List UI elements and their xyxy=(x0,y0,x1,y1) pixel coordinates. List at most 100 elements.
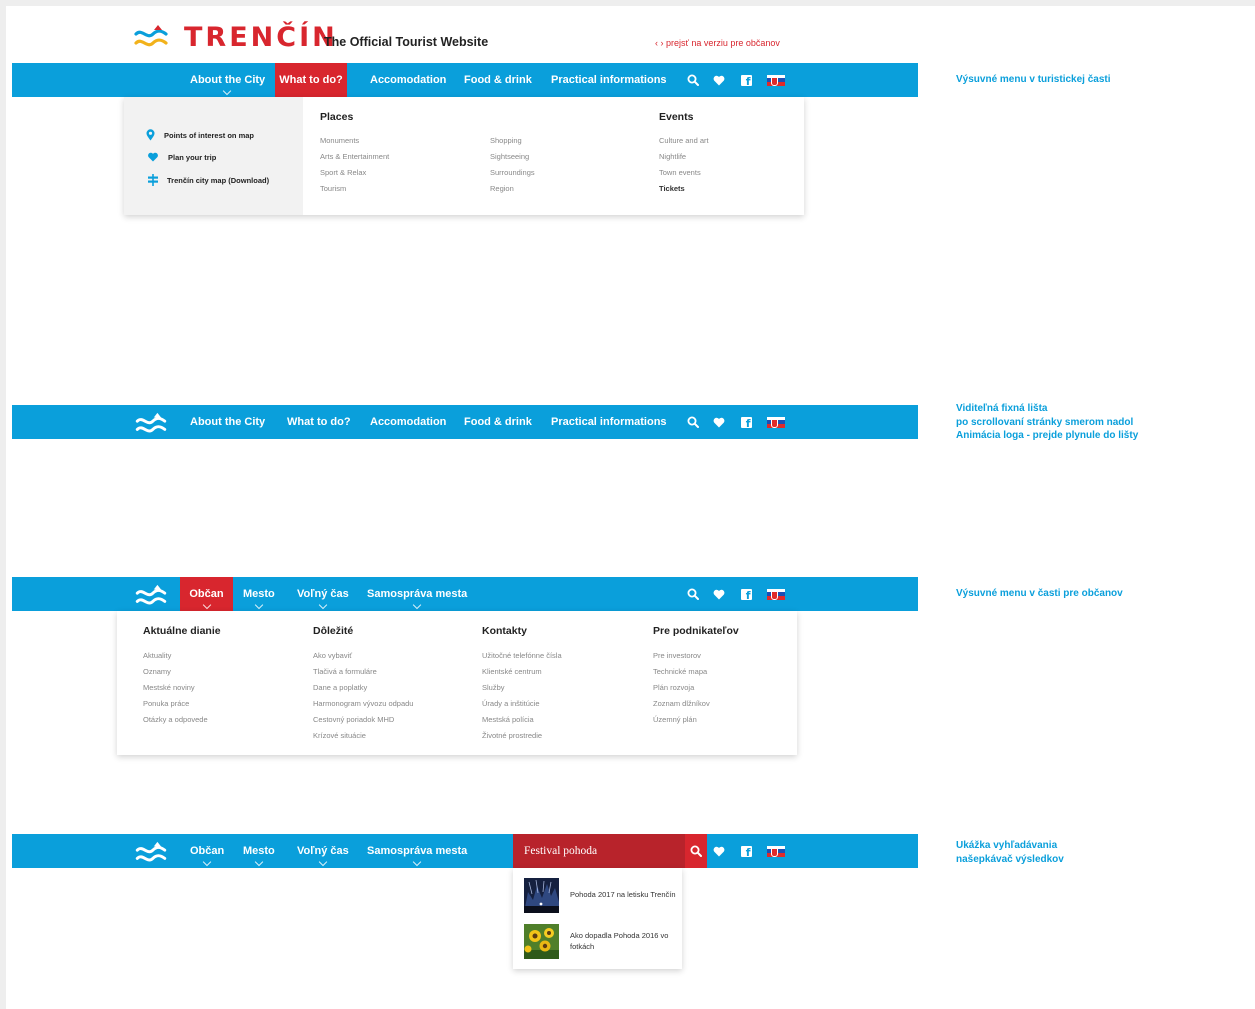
nav-what-to-do[interactable]: What to do? xyxy=(275,63,347,97)
nav-food-drink[interactable]: Food & drink xyxy=(464,405,532,439)
nav-food-drink[interactable]: Food & drink xyxy=(464,63,532,97)
slovak-flag-icon[interactable] xyxy=(767,577,785,611)
menu-link[interactable]: Otázky a odpovede xyxy=(143,715,208,724)
places-link[interactable]: Region xyxy=(490,184,514,193)
menu-link[interactable]: Krízové situácie xyxy=(313,731,366,740)
slovak-flag-icon[interactable] xyxy=(767,405,785,439)
quick-link-city-map-download[interactable]: Trenčín city map (Download) xyxy=(148,174,269,186)
trencin-logo-icon[interactable] xyxy=(134,584,168,606)
heart-icon[interactable] xyxy=(712,577,726,611)
citizen-version-link[interactable]: ‹ › prejsť na verziu pre občanov xyxy=(655,38,780,48)
menu-link[interactable]: Užitočné telefónne čísla xyxy=(482,651,562,660)
menu-link[interactable]: Cestovný poriadok MHD xyxy=(313,715,394,724)
menu-link[interactable]: Územný plán xyxy=(653,715,697,724)
note-citizen-menu: Výsuvné menu v časti pre občanov xyxy=(956,588,1123,599)
menu-link[interactable]: Ako vybaviť xyxy=(313,651,352,660)
heart-icon[interactable] xyxy=(712,834,726,868)
events-link[interactable]: Nightlife xyxy=(659,152,686,161)
heart-icon[interactable] xyxy=(712,63,726,97)
result-thumbnail xyxy=(524,924,559,959)
menu-link[interactable]: Pre investorov xyxy=(653,651,701,660)
heart-icon[interactable] xyxy=(712,405,726,439)
chevron-down-icon xyxy=(318,857,328,867)
nav-practical-info[interactable]: Practical informations xyxy=(551,63,667,97)
column-title: Aktuálne dianie xyxy=(143,625,221,637)
search-icon[interactable] xyxy=(686,63,700,97)
quick-link-plan-trip[interactable]: Plan your trip xyxy=(147,152,216,162)
places-link[interactable]: Surroundings xyxy=(490,168,535,177)
nav-about-city[interactable]: About the City xyxy=(190,405,265,439)
brand-name[interactable]: TRENČÍN xyxy=(184,22,338,53)
menu-link[interactable]: Služby xyxy=(482,683,505,692)
nav-mesto[interactable]: Mesto xyxy=(243,577,275,611)
nav-volny-cas[interactable]: Voľný čas xyxy=(297,834,349,868)
facebook-icon[interactable] xyxy=(739,63,753,97)
slovak-flag-icon[interactable] xyxy=(767,63,785,97)
note-line: našepkávač výsledkov xyxy=(956,853,1064,865)
chevron-down-icon xyxy=(412,600,422,610)
nav-accomodation[interactable]: Accomodation xyxy=(370,63,446,97)
nav-mesto[interactable]: Mesto xyxy=(243,834,275,868)
facebook-icon[interactable] xyxy=(739,405,753,439)
menu-link[interactable]: Tlačivá a formuláre xyxy=(313,667,377,676)
nav-samosprava[interactable]: Samospráva mesta xyxy=(367,834,467,868)
menu-link[interactable]: Dane a poplatky xyxy=(313,683,367,692)
menu-link[interactable]: Zoznam dlžníkov xyxy=(653,699,710,708)
nav-obcan[interactable]: Občan xyxy=(180,577,233,611)
quick-link-poi-map[interactable]: Points of interest on map xyxy=(146,129,254,141)
nav-volny-cas[interactable]: Voľný čas xyxy=(297,577,349,611)
search-icon[interactable] xyxy=(686,405,700,439)
column-title: Dôležité xyxy=(313,625,354,637)
menu-link[interactable]: Oznamy xyxy=(143,667,171,676)
trencin-logo-icon[interactable] xyxy=(134,24,168,48)
chevron-down-icon xyxy=(254,600,264,610)
places-link[interactable]: Arts & Entertainment xyxy=(320,152,389,161)
events-link[interactable]: Town events xyxy=(659,168,701,177)
places-link[interactable]: Sport & Relax xyxy=(320,168,366,177)
menu-link[interactable]: Ponuka práce xyxy=(143,699,189,708)
menu-link[interactable]: Aktuality xyxy=(143,651,171,660)
nav-about-city[interactable]: About the City xyxy=(178,63,275,97)
nav-obcan[interactable]: Občan xyxy=(190,834,224,868)
facebook-icon[interactable] xyxy=(739,834,753,868)
nav-accomodation[interactable]: Accomodation xyxy=(370,405,446,439)
places-link[interactable]: Tourism xyxy=(320,184,346,193)
search-box xyxy=(513,834,707,868)
facebook-icon[interactable] xyxy=(739,577,753,611)
places-link[interactable]: Shopping xyxy=(490,136,522,145)
nav-practical-info[interactable]: Practical informations xyxy=(551,405,667,439)
tourist-nav-bar: About the City What to do? Accomodation … xyxy=(12,63,918,97)
menu-link[interactable]: Mestská polícia xyxy=(482,715,534,724)
menu-link[interactable]: Klientské centrum xyxy=(482,667,542,676)
search-button[interactable] xyxy=(685,834,707,868)
nav-what-to-do[interactable]: What to do? xyxy=(287,405,351,439)
menu-link[interactable]: Technické mapa xyxy=(653,667,707,676)
citizen-nav-bar: Občan Mesto Voľný čas Samospráva mesta xyxy=(12,577,918,611)
column-title: Kontakty xyxy=(482,625,527,637)
places-link[interactable]: Sightseeing xyxy=(490,152,529,161)
search-result[interactable]: Pohoda 2017 na letisku Trenčín xyxy=(524,878,680,913)
chevron-down-icon xyxy=(318,600,328,610)
trencin-logo-icon[interactable] xyxy=(134,412,168,434)
menu-link[interactable]: Plán rozvoja xyxy=(653,683,694,692)
search-nav-bar: Občan Mesto Voľný čas Samospráva mesta xyxy=(12,834,918,868)
places-link[interactable]: Monuments xyxy=(320,136,359,145)
menu-link[interactable]: Životné prostredie xyxy=(482,731,542,740)
events-link[interactable]: Culture and art xyxy=(659,136,709,145)
events-link-tickets[interactable]: Tickets xyxy=(659,184,685,193)
quick-links: Points of interest on map Plan your trip… xyxy=(124,97,303,215)
search-input[interactable] xyxy=(513,834,673,868)
menu-link[interactable]: Úrady a inštitúcie xyxy=(482,699,540,708)
search-icon[interactable] xyxy=(686,577,700,611)
heart-icon xyxy=(148,152,158,162)
slovak-flag-icon[interactable] xyxy=(767,834,785,868)
nav-samosprava[interactable]: Samospráva mesta xyxy=(367,577,467,611)
search-icon xyxy=(690,845,702,857)
note-search: Ukážka vyhľadávania našepkávač výsledkov xyxy=(956,839,1064,866)
menu-link[interactable]: Mestské noviny xyxy=(143,683,195,692)
chevron-down-icon xyxy=(202,600,211,610)
result-title: Pohoda 2017 na letisku Trenčín xyxy=(570,890,676,900)
search-result[interactable]: Ako dopadla Pohoda 2016 vo fotkách xyxy=(524,924,680,959)
trencin-logo-icon[interactable] xyxy=(134,841,168,863)
menu-link[interactable]: Harmonogram vývozu odpadu xyxy=(313,699,413,708)
